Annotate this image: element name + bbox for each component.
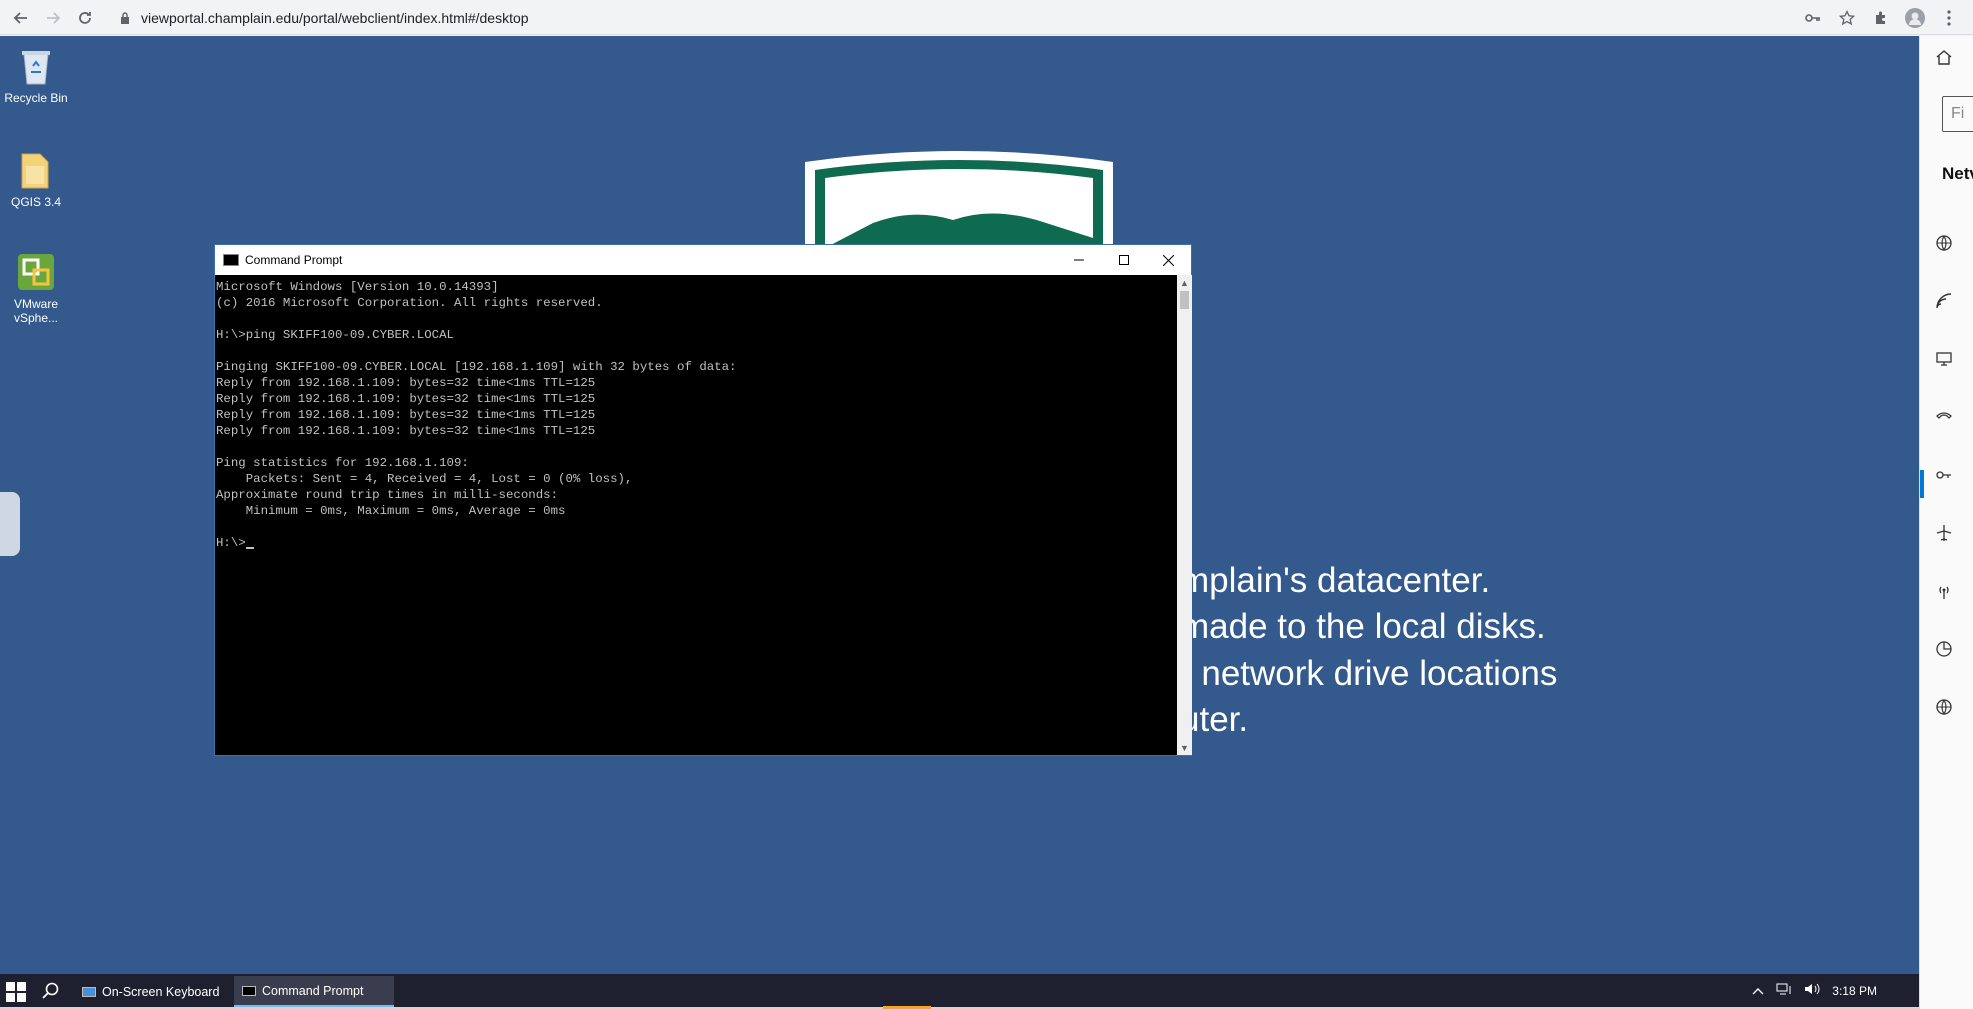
maximize-button[interactable]	[1101, 245, 1146, 275]
window-title-bar[interactable]: Command Prompt	[215, 245, 1191, 275]
volume-icon[interactable]	[1804, 983, 1820, 998]
forward-icon[interactable]	[41, 6, 65, 30]
search-icon[interactable]	[42, 982, 62, 1002]
desktop-info-line: made to the local disks.	[1180, 607, 1546, 646]
vmware-vsphere-icon	[14, 250, 58, 294]
side-panel-heading: Netv	[1942, 164, 1973, 183]
star-icon[interactable]	[1835, 6, 1859, 30]
dial-up-icon[interactable]	[1933, 406, 1955, 428]
remote-desktop: Recycle Bin QGIS 3.4 VMware vSphe... mpl…	[0, 36, 1919, 974]
close-button[interactable]	[1146, 245, 1191, 275]
reload-icon[interactable]	[73, 6, 97, 30]
console-line: Packets: Sent = 4, Received = 4, Lost = …	[216, 472, 633, 486]
proxy-globe-icon[interactable]	[1933, 696, 1955, 718]
desktop-icon-recycle-bin[interactable]: Recycle Bin	[0, 44, 72, 105]
desktop-info-line: mplain's datacenter.	[1180, 561, 1491, 600]
back-icon[interactable]	[9, 6, 33, 30]
console-output[interactable]: Microsoft Windows [Version 10.0.14393] (c…	[215, 275, 1177, 755]
vpn-icon[interactable]	[1933, 464, 1955, 486]
console-line: Reply from 192.168.1.109: bytes=32 time<…	[216, 376, 596, 390]
extensions-icon[interactable]	[1869, 6, 1893, 30]
menu-kebab-icon[interactable]	[1937, 6, 1961, 30]
cmd-app-icon	[242, 985, 256, 996]
console-line: Reply from 192.168.1.109: bytes=32 time<…	[216, 408, 596, 422]
desktop-icon-label: QGIS 3.4	[10, 195, 62, 209]
console-line: H:\>ping SKIFF100-09.CYBER.LOCAL	[216, 328, 454, 342]
scrollbar-thumb[interactable]	[1180, 291, 1189, 309]
console-line: Reply from 192.168.1.109: bytes=32 time<…	[216, 424, 596, 438]
champlain-logo	[803, 148, 1115, 248]
scroll-up-icon[interactable]: ▲	[1177, 275, 1192, 290]
taskbar: On-Screen Keyboard Command Prompt 3:18 P…	[0, 974, 1919, 1009]
taskbar-item-command-prompt[interactable]: Command Prompt	[234, 976, 394, 1007]
console-line: Pinging SKIFF100-09.CYBER.LOCAL [192.168…	[216, 360, 737, 374]
desktop-icon-qgis[interactable]: QGIS 3.4	[0, 148, 72, 209]
minimize-button[interactable]	[1056, 245, 1101, 275]
side-panel: Fi Netv	[1919, 36, 1973, 1009]
system-tray: 3:18 PM	[1752, 983, 1909, 998]
lock-icon[interactable]	[120, 11, 130, 29]
browser-toolbar: viewportal.champlain.edu/portal/webclien…	[0, 0, 1973, 35]
data-usage-icon[interactable]	[1933, 638, 1955, 660]
keyboard-icon	[82, 986, 96, 997]
vertical-scrollbar[interactable]: ▲ ▼	[1177, 275, 1192, 755]
network-icon[interactable]	[1776, 983, 1792, 998]
cmd-app-icon	[223, 254, 239, 266]
url-text[interactable]: viewportal.champlain.edu/portal/webclien…	[141, 10, 529, 26]
console-line: Minimum = 0ms, Maximum = 0ms, Average = …	[216, 504, 566, 518]
taskbar-item-label: Command Prompt	[262, 983, 364, 998]
scroll-down-icon[interactable]: ▼	[1177, 740, 1192, 755]
console-line: Microsoft Windows [Version 10.0.14393]	[216, 280, 499, 294]
sidebar-handle[interactable]	[0, 492, 20, 556]
ethernet-icon[interactable]	[1933, 348, 1955, 370]
taskbar-item-on-screen-keyboard[interactable]: On-Screen Keyboard	[74, 976, 227, 1007]
folder-icon	[14, 148, 58, 192]
active-indicator	[1920, 470, 1924, 498]
console-line: Approximate round trip times in milli-se…	[216, 488, 559, 502]
find-setting-input[interactable]: Fi	[1942, 96, 1973, 132]
window-title: Command Prompt	[245, 253, 343, 267]
recycle-bin-icon	[14, 44, 58, 88]
clock[interactable]: 3:18 PM	[1832, 984, 1877, 998]
wifi-icon[interactable]	[1933, 290, 1955, 312]
desktop-icon-vmware-vsphere[interactable]: VMware vSphe...	[0, 250, 72, 325]
desktop-icon-label: Recycle Bin	[4, 91, 68, 105]
globe-network-icon[interactable]	[1933, 232, 1955, 254]
mobile-hotspot-icon[interactable]	[1933, 580, 1955, 602]
console-line: (c) 2016 Microsoft Corporation. All righ…	[216, 296, 603, 310]
airplane-mode-icon[interactable]	[1933, 522, 1955, 544]
chevron-up-icon[interactable]	[1752, 984, 1764, 998]
windows-start-icon[interactable]	[6, 982, 26, 1002]
taskbar-item-label: On-Screen Keyboard	[102, 984, 220, 999]
text-cursor	[245, 547, 254, 549]
command-prompt-window[interactable]: Command Prompt Microsoft Windows [Versio…	[214, 244, 1192, 756]
desktop-icon-label: VMware vSphe...	[13, 297, 59, 325]
console-line: Reply from 192.168.1.109: bytes=32 time<…	[216, 392, 596, 406]
key-icon[interactable]	[1801, 6, 1825, 30]
console-line: Ping statistics for 192.168.1.109:	[216, 456, 469, 470]
address-bar[interactable]: viewportal.champlain.edu/portal/webclien…	[108, 3, 1912, 32]
desktop-info-line: r network drive locations	[1180, 654, 1558, 693]
profile-avatar-icon[interactable]	[1903, 6, 1927, 30]
home-icon[interactable]	[1933, 46, 1955, 68]
prompt-text: H:\>	[216, 536, 246, 550]
